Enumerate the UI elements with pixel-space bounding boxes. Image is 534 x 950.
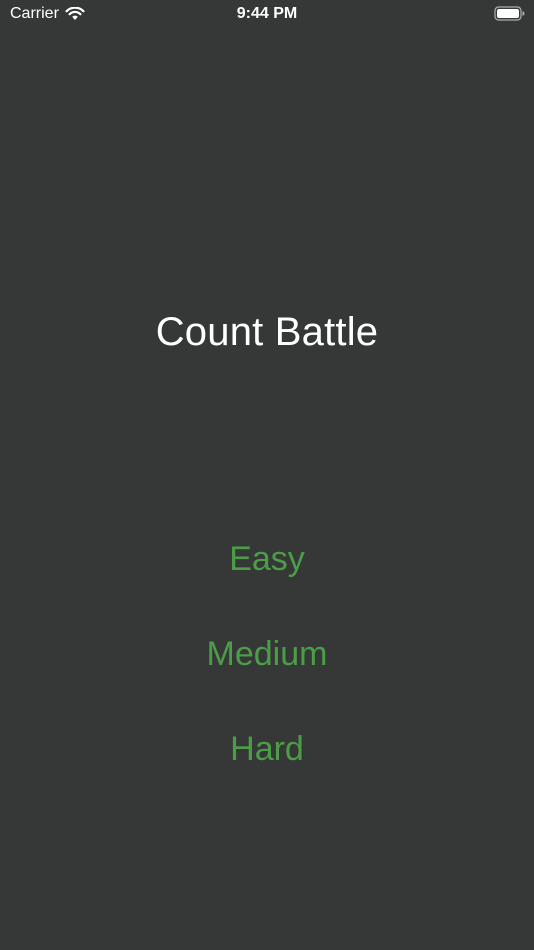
battery-icon [494, 6, 525, 21]
medium-button[interactable]: Medium [0, 635, 534, 674]
status-bar: Carrier 9:44 PM [0, 0, 534, 28]
easy-button[interactable]: Easy [0, 540, 534, 579]
hard-button[interactable]: Hard [0, 730, 534, 769]
app-title: Count Battle [155, 310, 379, 354]
status-time: 9:44 PM [236, 5, 298, 22]
app-screen: Carrier 9:44 PM Count Battle Easy Medium… [0, 0, 534, 950]
